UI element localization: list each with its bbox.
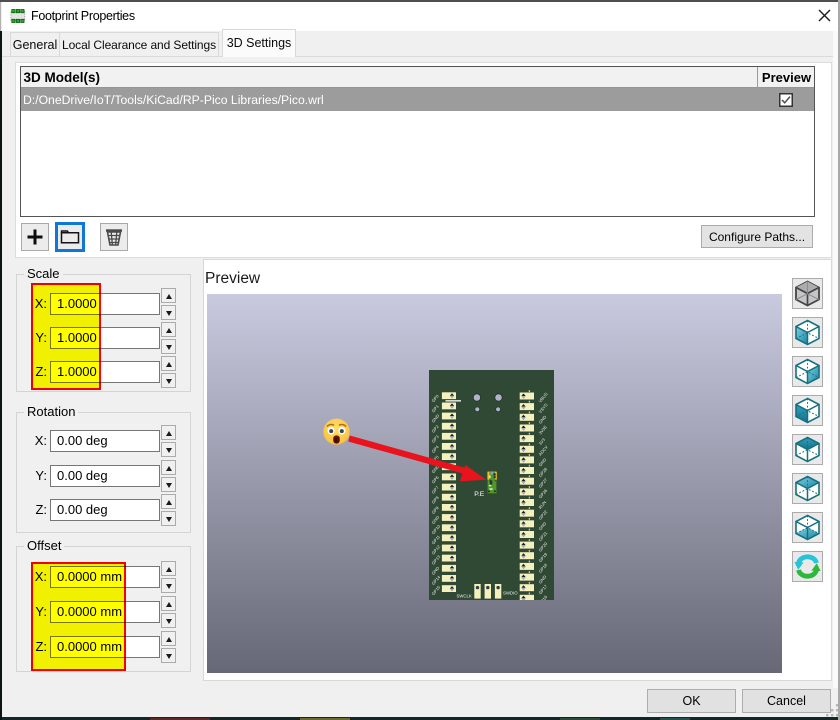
svg-text:P.E: P.E (474, 491, 485, 498)
svg-text:SWCLK: SWCLK (457, 594, 472, 599)
svg-text:SWDIO: SWDIO (503, 591, 518, 596)
